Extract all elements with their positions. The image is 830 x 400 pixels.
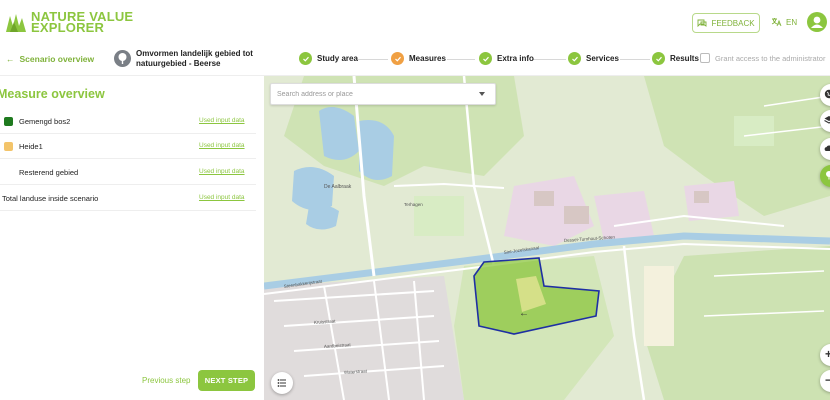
feedback-button[interactable]: FEEDBACK [692, 13, 760, 33]
check-icon [299, 52, 312, 65]
scenario-overview-link[interactable]: ← Scenario overview [6, 54, 94, 64]
app-header: NATURE VALUE EXPLORER FEEDBACK EN [0, 0, 830, 44]
cloud-icon [824, 145, 830, 151]
step-label: Results [670, 54, 699, 63]
scenario-title: Omvormen landelijk gebied tot natuurgebi… [136, 49, 253, 68]
measure-label: Resterend gebied [19, 168, 79, 177]
scenario-overview-label: Scenario overview [19, 54, 95, 64]
color-swatch [4, 117, 13, 126]
measure-label: Gemengd bos2 [19, 117, 71, 126]
previous-step-button[interactable]: Previous step [142, 376, 190, 385]
user-icon [811, 16, 823, 28]
chat-bubble-icon [697, 19, 707, 28]
minus-icon: − [825, 373, 830, 387]
legend-button[interactable] [271, 372, 293, 394]
list-item: Heide1 Used input data [0, 134, 256, 159]
used-input-data-link[interactable]: Used input data [199, 142, 245, 149]
map-label-area-2: Terhagen [404, 202, 423, 207]
step-bar: ← Scenario overview Omvormen landelijk g… [0, 44, 830, 76]
used-input-data-link[interactable]: Used input data [199, 194, 245, 201]
list-icon [277, 379, 286, 387]
map-view[interactable]: De Aalbraak Sint-Jozefskanaal Dessel-Tur… [264, 76, 830, 400]
color-swatch [4, 142, 13, 151]
panel-title: Measure overview [0, 87, 105, 101]
map-canvas[interactable]: De Aalbraak Sint-Jozefskanaal Dessel-Tur… [264, 76, 830, 400]
measure-label: Total landuse inside scenario [2, 194, 99, 203]
map-label-area-1: De Aalbraak [324, 184, 352, 190]
step-label: Study area [317, 54, 358, 63]
address-search[interactable] [270, 83, 496, 105]
language-label: EN [786, 17, 798, 27]
user-avatar[interactable] [807, 12, 827, 32]
list-item: Resterend gebied Used input data [0, 160, 256, 185]
check-icon [652, 52, 665, 65]
next-step-button[interactable]: NEXT STEP [198, 370, 255, 391]
step-connector [620, 59, 650, 60]
list-item: Gemengd bos2 Used input data [0, 109, 256, 134]
collapse-panel-button[interactable]: ← [519, 308, 529, 319]
step-results[interactable]: Results [652, 52, 699, 65]
measure-overview-panel: Measure overview Gemengd bos2 Used input… [0, 76, 264, 400]
step-measures[interactable]: Measures [391, 52, 446, 65]
check-icon [568, 52, 581, 65]
list-item: Total landuse inside scenario Used input… [0, 186, 256, 211]
arrow-left-icon: ← [6, 54, 15, 64]
layers-icon [824, 116, 830, 124]
used-input-data-link[interactable]: Used input data [199, 168, 245, 175]
globe-icon [824, 89, 830, 99]
step-label: Extra info [497, 54, 534, 63]
checkbox-box[interactable] [700, 53, 710, 63]
step-connector [532, 59, 566, 60]
check-icon [479, 52, 492, 65]
tree-icon [114, 50, 131, 67]
grant-access-checkbox[interactable]: Grant access to the administrator [700, 53, 825, 63]
measure-label: Heide1 [19, 142, 43, 151]
language-selector[interactable]: EN [771, 17, 797, 27]
feedback-label: FEEDBACK [711, 18, 755, 28]
leaf-logo-icon [6, 14, 26, 32]
step-services[interactable]: Services [568, 52, 619, 65]
step-study-area[interactable]: Study area [299, 52, 358, 65]
step-connector [358, 59, 388, 60]
app-logo[interactable]: NATURE VALUE EXPLORER [4, 10, 133, 34]
plus-icon: + [825, 347, 830, 361]
step-label: Measures [409, 54, 446, 63]
check-icon [391, 52, 404, 65]
chevron-down-icon[interactable] [479, 92, 485, 96]
tree-icon [826, 171, 830, 180]
step-label: Services [586, 54, 619, 63]
arrow-left-icon: ← [519, 308, 529, 319]
grant-access-label: Grant access to the administrator [715, 53, 826, 63]
used-input-data-link[interactable]: Used input data [199, 117, 245, 124]
search-input[interactable] [277, 88, 467, 101]
step-extra-info[interactable]: Extra info [479, 52, 534, 65]
step-connector [447, 59, 475, 60]
translate-icon [771, 18, 782, 27]
